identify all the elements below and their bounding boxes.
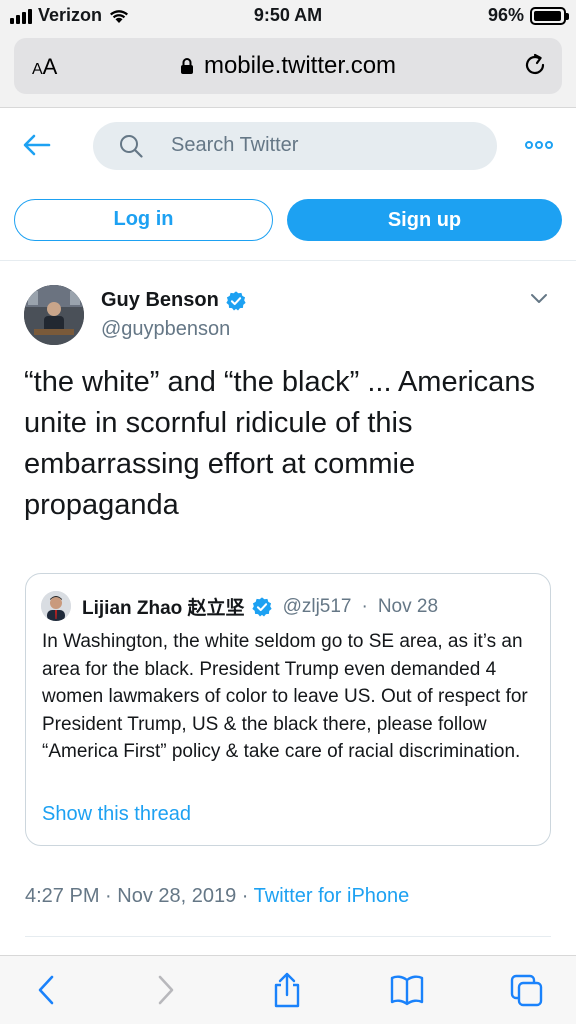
- browser-url-area: AA mobile.twitter.com: [0, 32, 576, 108]
- bookmarks-icon[interactable]: [390, 972, 424, 1008]
- browser-toolbar: [0, 955, 576, 1024]
- quoted-tweet-text: In Washington, the white seldom go to SE…: [42, 631, 528, 762]
- url-display[interactable]: mobile.twitter.com: [14, 52, 562, 80]
- address-bar[interactable]: AA mobile.twitter.com: [14, 38, 562, 94]
- author-name: Guy Benson: [101, 289, 219, 311]
- quoted-author-avatar: [41, 591, 71, 621]
- quoted-avatar-photo: [41, 591, 71, 621]
- quoted-tweet-card[interactable]: Lijian Zhao 赵立坚 @zlj517 · Nov 28 In Wash…: [25, 573, 551, 846]
- url-text: mobile.twitter.com: [203, 52, 397, 79]
- quoted-verified-badge-icon: [251, 596, 272, 617]
- login-button[interactable]: Log in: [14, 199, 273, 241]
- quoted-date: Nov 28: [377, 595, 439, 617]
- tweet-source-link[interactable]: Twitter for iPhone: [254, 885, 410, 907]
- tweet-timestamp[interactable]: 4:27 PM · Nov 28, 2019: [25, 885, 236, 907]
- battery-icon: [530, 6, 569, 25]
- more-options-icon[interactable]: [524, 140, 554, 150]
- twitter-header: Search Twitter Log in Sign up: [0, 109, 576, 261]
- verified-badge-icon: [226, 290, 246, 311]
- battery-percent: 96%: [487, 5, 524, 25]
- forward-icon[interactable]: [148, 972, 182, 1008]
- chevron-down-icon[interactable]: [530, 292, 548, 304]
- show-thread-link[interactable]: Show this thread: [42, 803, 191, 826]
- quoted-author-name: Lijian Zhao 赵立坚: [82, 598, 245, 619]
- status-right: 96%: [487, 5, 569, 26]
- search-icon: [120, 135, 143, 158]
- author-name-row[interactable]: Guy Benson: [101, 289, 247, 312]
- quoted-author-handle: @zlj517: [282, 595, 352, 617]
- share-icon[interactable]: [270, 972, 304, 1008]
- reload-icon[interactable]: [522, 52, 548, 78]
- back-icon[interactable]: [30, 972, 64, 1008]
- meta-separator: ·: [241, 885, 249, 907]
- divider: [25, 936, 551, 937]
- lock-icon: [180, 58, 193, 74]
- quoted-separator: ·: [361, 595, 368, 617]
- author-handle[interactable]: @guypbenson: [101, 318, 230, 341]
- tweet-text: “the white” and “the black” ... American…: [24, 366, 535, 521]
- quoted-header: Lijian Zhao 赵立坚 @zlj517 · Nov 28: [82, 593, 438, 620]
- search-placeholder: Search Twitter: [171, 134, 299, 156]
- tabs-icon[interactable]: [510, 972, 544, 1008]
- avatar-photo: [24, 285, 84, 345]
- status-bar: Verizon 9:50 AM 96%: [0, 0, 576, 32]
- search-input[interactable]: Search Twitter: [93, 122, 497, 170]
- author-avatar[interactable]: [24, 285, 84, 345]
- tweet-meta: 4:27 PM · Nov 28, 2019 · Twitter for iPh…: [25, 885, 409, 908]
- back-arrow-icon[interactable]: [22, 133, 52, 157]
- signup-button[interactable]: Sign up: [287, 199, 562, 241]
